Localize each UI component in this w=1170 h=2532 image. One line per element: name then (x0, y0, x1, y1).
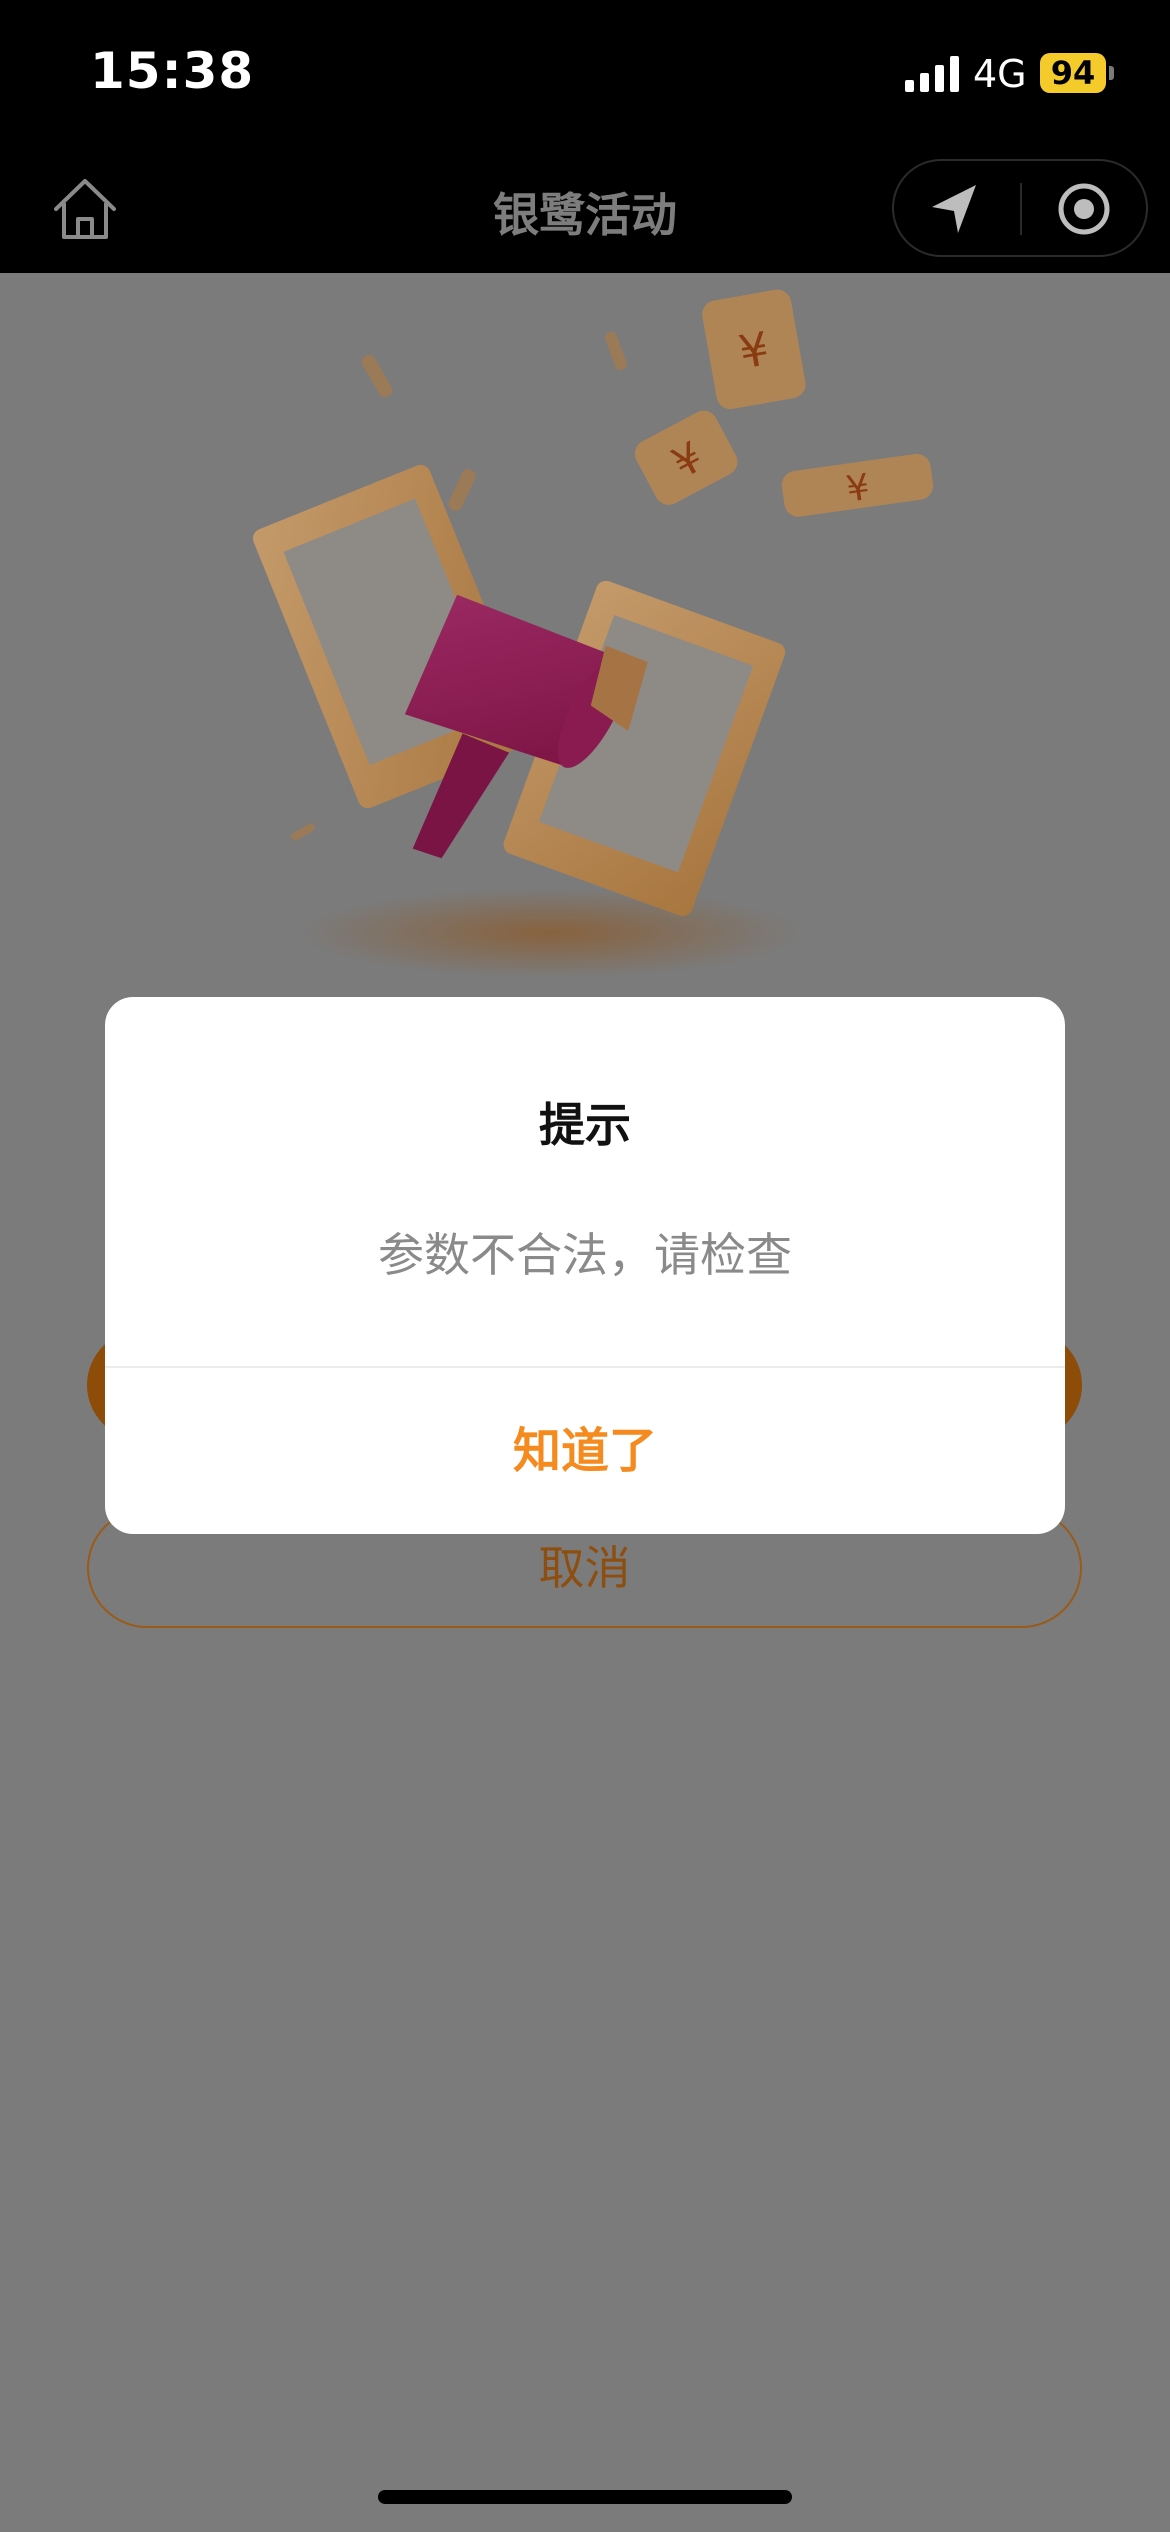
network-type: 4G (973, 52, 1027, 96)
alert-dialog: 提示 参数不合法，请检查 知道了 (105, 997, 1065, 1534)
record-icon[interactable] (1054, 181, 1114, 237)
signal-icon (905, 56, 959, 92)
confetti (361, 354, 393, 398)
bill-right: ¥ (781, 453, 934, 517)
confetti (448, 469, 476, 511)
battery-indicator: 94 (1040, 53, 1106, 93)
nav-bar: 银鹭活动 (0, 145, 1170, 273)
battery-tip (1109, 66, 1114, 80)
confetti (291, 823, 315, 841)
home-indicator[interactable] (378, 2490, 792, 2504)
confetti (605, 331, 627, 371)
status-time: 15:38 (90, 42, 255, 100)
bill-top: ¥ (702, 289, 806, 410)
illustration-shadow (300, 888, 800, 978)
capsule-divider (1020, 183, 1022, 235)
status-bar: 15:38 4G 94 (0, 0, 1170, 145)
dialog-title: 提示 (539, 1098, 631, 1152)
mini-program-capsule (892, 159, 1148, 257)
dialog-confirm-button[interactable]: 知道了 (105, 1368, 1065, 1534)
location-arrow-icon[interactable] (924, 181, 984, 237)
bill-middle: ¥ (634, 410, 738, 505)
hero-illustration: ¥ ¥ ¥ (253, 289, 934, 978)
dialog-message: 参数不合法，请检查 (378, 1228, 792, 1282)
